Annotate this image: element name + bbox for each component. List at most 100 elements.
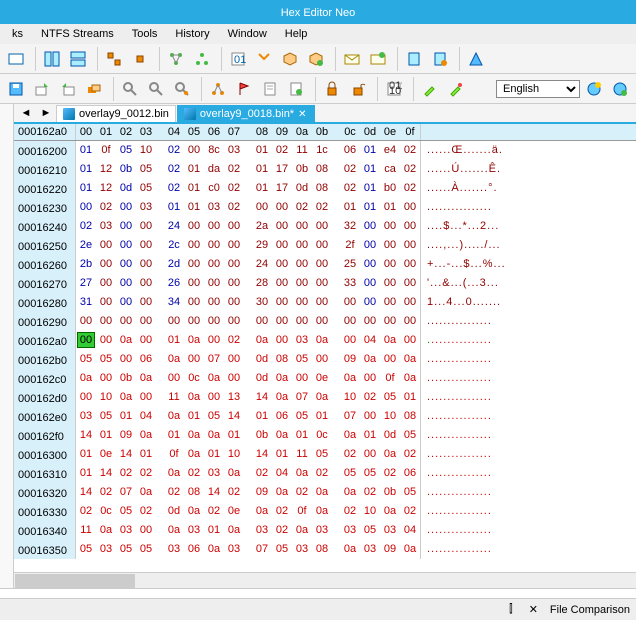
byte-cell[interactable]: 8c [204,141,224,160]
byte-cell[interactable]: 2d [164,255,184,274]
byte-cell[interactable]: 00 [380,217,400,236]
byte-cell[interactable]: 00 [400,217,420,236]
byte-cell[interactable]: 00 [312,236,332,255]
byte-cell[interactable]: 0a [400,369,420,388]
byte-cell[interactable]: 01 [360,160,380,179]
byte-cell[interactable]: 00 [360,369,380,388]
byte-cell[interactable]: 13 [224,388,244,407]
byte-cell[interactable]: 05 [96,350,116,369]
byte-cell[interactable]: 00 [400,236,420,255]
byte-cell[interactable]: 05 [292,407,312,426]
network-icon[interactable] [190,47,214,71]
byte-cell[interactable]: 03 [340,521,360,540]
byte-cell[interactable]: 03 [380,521,400,540]
byte-cell[interactable]: 0a [380,502,400,521]
byte-cell[interactable]: 01 [184,179,204,198]
hex-row[interactable]: 0001621001120b050201da0201170b080201ca02… [14,160,636,179]
byte-cell[interactable]: 00 [136,331,156,350]
byte-cell[interactable]: 05 [96,407,116,426]
page-icon[interactable] [258,77,282,101]
byte-cell[interactable]: 2b [76,255,96,274]
byte-cell[interactable]: 00 [136,293,156,312]
byte-cell[interactable]: 03 [136,198,156,217]
byte-cell[interactable]: 00 [340,293,360,312]
byte-cell[interactable]: 07 [252,540,272,559]
hex-row[interactable]: 0001622001120d050201c00201170d080201b002… [14,179,636,198]
byte-cell[interactable]: 00 [292,293,312,312]
hex-row[interactable]: 000162502e0000002c000000290000002f000000… [14,236,636,255]
byte-cell[interactable]: 0c [312,426,332,445]
byte-cell[interactable]: 11 [76,521,96,540]
byte-cell[interactable]: 00 [184,274,204,293]
byte-cell[interactable]: 0a [116,388,136,407]
byte-cell[interactable]: 0a [340,540,360,559]
byte-cell[interactable]: 0a [312,331,332,350]
byte-cell[interactable]: 17 [272,179,292,198]
byte-cell[interactable]: 0b [380,483,400,502]
byte-cell[interactable]: 0d [252,350,272,369]
byte-cell[interactable]: 08 [312,160,332,179]
byte-cell[interactable]: 02 [224,483,244,502]
byte-cell[interactable]: 02 [360,483,380,502]
byte-cell[interactable]: 00 [360,255,380,274]
byte-cell[interactable]: 00 [96,369,116,388]
tab[interactable]: overlay9_0012.bin [56,105,176,122]
byte-cell[interactable]: 00 [360,445,380,464]
byte-cell[interactable]: 02 [76,502,96,521]
byte-cell[interactable]: 24 [252,255,272,274]
byte-cell[interactable]: 03 [184,521,204,540]
toolbar-button[interactable] [4,47,28,71]
byte-cell[interactable]: 03 [312,521,332,540]
byte-cell[interactable]: 28 [252,274,272,293]
byte-cell[interactable]: 0a [76,369,96,388]
byte-cell[interactable]: 00 [116,274,136,293]
byte-cell[interactable]: 02 [96,198,116,217]
hex-row[interactable]: 000162c00a000b0a000c0a000d0a000e0a000f0a… [14,369,636,388]
byte-cell[interactable]: 00 [204,255,224,274]
byte-cell[interactable]: 0a [400,350,420,369]
byte-cell[interactable]: 01 [204,521,224,540]
byte-cell[interactable]: 0d [164,502,184,521]
byte-cell[interactable]: 00 [184,293,204,312]
byte-cell[interactable]: 05 [136,540,156,559]
byte-cell[interactable]: 0a [164,464,184,483]
byte-cell[interactable]: 14 [204,483,224,502]
byte-cell[interactable]: 00 [204,388,224,407]
byte-cell[interactable]: 02 [292,198,312,217]
byte-cell[interactable]: 02 [400,179,420,198]
byte-cell[interactable]: 00 [400,331,420,350]
byte-cell[interactable]: 01 [252,407,272,426]
byte-cell[interactable]: 00 [164,312,184,331]
byte-cell[interactable]: 05 [312,445,332,464]
byte-cell[interactable]: 00 [340,312,360,331]
byte-cell[interactable]: 00 [224,217,244,236]
close-icon[interactable]: ✕ [298,109,308,120]
byte-cell[interactable]: 03 [76,407,96,426]
byte-cell[interactable]: 01 [164,198,184,217]
byte-cell[interactable]: 01 [360,141,380,160]
byte-cell[interactable]: 00 [136,274,156,293]
hex-row[interactable]: 000162a000000a00010a00020a00030a00040a00… [14,331,636,350]
byte-cell[interactable]: 01 [272,445,292,464]
byte-cell[interactable]: 03 [204,198,224,217]
byte-cell[interactable]: 00 [184,312,204,331]
menu-item[interactable]: NTFS Streams [33,26,122,42]
lock-icon[interactable] [320,77,344,101]
byte-cell[interactable]: 0d [116,179,136,198]
byte-cell[interactable]: 00 [184,141,204,160]
byte-cell[interactable]: 0f [292,502,312,521]
byte-cell[interactable]: 01 [204,445,224,464]
scrollbar-thumb[interactable] [15,574,135,588]
byte-cell[interactable]: 25 [340,255,360,274]
byte-cell[interactable]: 02 [272,521,292,540]
byte-cell[interactable]: 0a [224,521,244,540]
byte-cell[interactable]: 24 [164,217,184,236]
byte-cell[interactable]: 00 [76,198,96,217]
hex-row[interactable]: 00016300010e14010f0a01101401110502000a02… [14,445,636,464]
byte-cell[interactable]: 00 [380,293,400,312]
menu-item[interactable]: History [167,26,217,42]
byte-cell[interactable]: 0a [312,388,332,407]
byte-cell[interactable]: 1c [312,141,332,160]
byte-cell[interactable]: 00 [96,236,116,255]
byte-cell[interactable]: 0a [272,483,292,502]
